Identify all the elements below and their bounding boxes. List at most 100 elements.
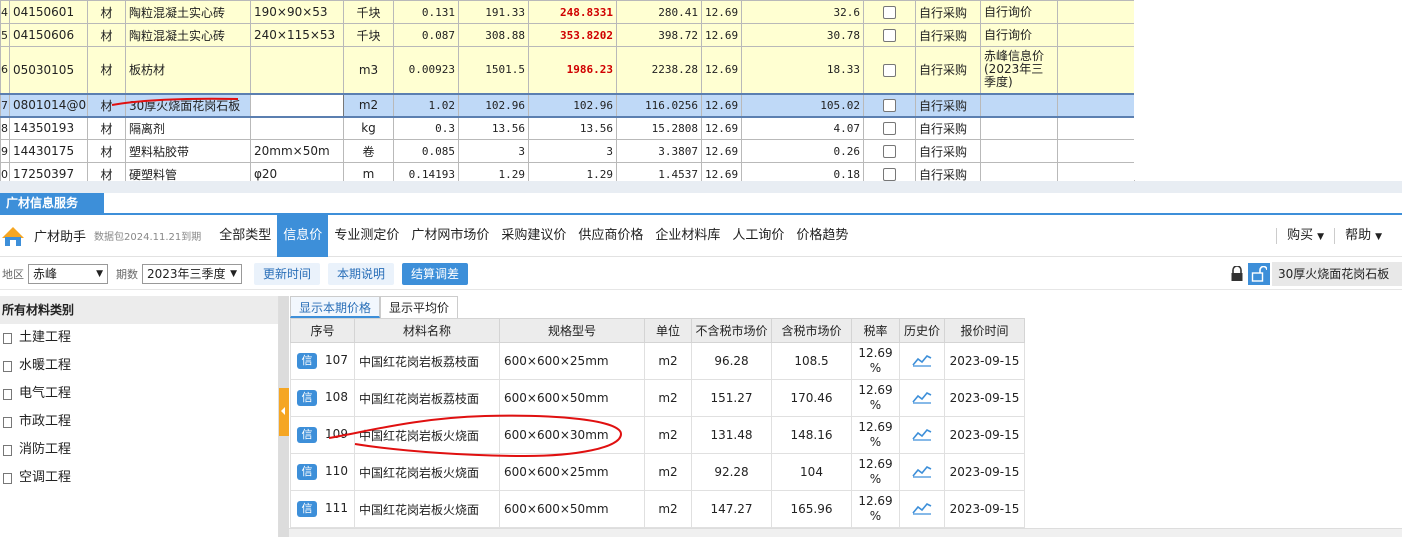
- trend-chart-icon[interactable]: [912, 390, 932, 404]
- price-note[interactable]: 自行询价: [980, 23, 1058, 47]
- price-market[interactable]: 13.56: [528, 116, 617, 140]
- lock-icon[interactable]: [1226, 263, 1248, 285]
- table-row[interactable]: 信 111 中国红花岗岩板火烧面 600×600×50mm m2 147.27 165.96…: [290, 490, 1025, 528]
- tab-8[interactable]: 价格趋势: [790, 215, 854, 257]
- info-badge[interactable]: 信: [297, 501, 318, 517]
- supply-source[interactable]: 自行采购: [915, 92, 981, 118]
- help-menu[interactable]: 帮助 ▼: [1334, 228, 1392, 244]
- panel-tab-guangcai[interactable]: 广材信息服务: [0, 193, 104, 213]
- price-note[interactable]: [980, 116, 1058, 140]
- row-index[interactable]: 4: [0, 0, 10, 24]
- material-code[interactable]: 14350193: [9, 116, 88, 140]
- row-index[interactable]: 7: [0, 92, 10, 118]
- material-name[interactable]: 隔离剂: [125, 116, 251, 140]
- material-name[interactable]: 板枋材: [125, 46, 251, 94]
- material-unit[interactable]: m2: [343, 92, 394, 118]
- tab-5[interactable]: 供应商价格: [572, 215, 649, 257]
- quantity[interactable]: 0.3: [393, 116, 459, 140]
- column-header[interactable]: 规格型号: [499, 318, 645, 343]
- tree-item[interactable]: 土建工程: [0, 324, 278, 352]
- material-spec[interactable]: [250, 92, 344, 118]
- material-type[interactable]: 材: [87, 46, 126, 94]
- tax-rate[interactable]: 12.69: [701, 46, 742, 94]
- material-type[interactable]: 材: [87, 23, 126, 47]
- supply-source[interactable]: 自行采购: [915, 0, 981, 24]
- price-tax-inclusive[interactable]: 3.3807: [616, 139, 702, 163]
- tab-1[interactable]: 信息价: [277, 214, 329, 257]
- table-row[interactable]: 信 107 中国红花岗岩板荔枝面 600×600×25mm m2 96.28 108.5 12…: [290, 342, 1025, 380]
- info-badge[interactable]: 信: [297, 390, 318, 406]
- empty-cell[interactable]: [1057, 46, 1135, 94]
- quantity[interactable]: 0.087: [393, 23, 459, 47]
- price-tax-inclusive[interactable]: 398.72: [616, 23, 702, 47]
- empty-cell[interactable]: [1057, 116, 1135, 140]
- checkbox[interactable]: [883, 63, 896, 77]
- row-index[interactable]: 9: [0, 139, 10, 163]
- material-spec[interactable]: [250, 116, 344, 140]
- tab-2[interactable]: 专业测定价: [328, 215, 405, 257]
- material-unit[interactable]: 千块: [343, 23, 394, 47]
- material-code[interactable]: 04150606: [9, 23, 88, 47]
- price-market[interactable]: 1986.23: [528, 46, 617, 94]
- collapse-handle[interactable]: [279, 388, 289, 436]
- grid-row[interactable]: 8 14350193 材隔离剂 kg 0.3 13.56 13.56 15.2808 12.69…: [0, 116, 1135, 140]
- amount[interactable]: 32.6: [741, 0, 864, 24]
- price-tax-inclusive[interactable]: 15.2808: [616, 116, 702, 140]
- period-explain-button[interactable]: 本期说明: [328, 262, 395, 285]
- material-type[interactable]: 材: [87, 139, 126, 163]
- price-market[interactable]: 102.96: [528, 92, 617, 118]
- price-base[interactable]: 308.88: [458, 23, 529, 47]
- tab-3[interactable]: 广材网市场价: [405, 215, 495, 257]
- material-code[interactable]: 0801014@01: [9, 92, 88, 118]
- row-index[interactable]: 8: [0, 116, 10, 140]
- info-badge[interactable]: 信: [297, 427, 318, 443]
- amount[interactable]: 30.78: [741, 23, 864, 47]
- material-unit[interactable]: 卷: [343, 139, 394, 163]
- material-name[interactable]: 陶粒混凝土实心砖: [125, 23, 251, 47]
- tree-item[interactable]: 市政工程: [0, 408, 278, 436]
- quantity[interactable]: 0.00923: [393, 46, 459, 94]
- column-header[interactable]: 材料名称: [354, 318, 500, 343]
- quantity[interactable]: 0.131: [393, 0, 459, 24]
- material-spec[interactable]: [250, 46, 344, 94]
- tax-rate[interactable]: 12.69: [701, 116, 742, 140]
- material-type[interactable]: 材: [87, 116, 126, 140]
- tab-6[interactable]: 企业材料库: [649, 215, 726, 257]
- quantity[interactable]: 1.02: [393, 92, 459, 118]
- amount[interactable]: 105.02: [741, 92, 864, 118]
- material-unit[interactable]: m3: [343, 46, 394, 94]
- tab-current-price[interactable]: 显示本期价格: [290, 296, 381, 318]
- material-type[interactable]: 材: [87, 0, 126, 24]
- checkbox[interactable]: [883, 6, 896, 19]
- supply-source[interactable]: 自行采购: [915, 46, 981, 94]
- trend-chart-icon[interactable]: [912, 353, 932, 367]
- material-name[interactable]: 陶粒混凝土实心砖: [125, 0, 251, 24]
- table-row[interactable]: 信 108 中国红花岗岩板荔枝面 600×600×50mm m2 151.27 170.46…: [290, 379, 1025, 417]
- grid-row[interactable]: 6 05030105 材板枋材 m3 0.00923 1501.5 1986.23 2238.…: [0, 46, 1135, 94]
- amount[interactable]: 18.33: [741, 46, 864, 94]
- material-unit[interactable]: kg: [343, 116, 394, 140]
- price-tax-inclusive[interactable]: 280.41: [616, 0, 702, 24]
- tab-average-price[interactable]: 显示平均价: [380, 296, 459, 318]
- price-base[interactable]: 1501.5: [458, 46, 529, 94]
- material-name[interactable]: 塑料粘胶带: [125, 139, 251, 163]
- supply-source[interactable]: 自行采购: [915, 23, 981, 47]
- info-badge[interactable]: 信: [297, 464, 318, 480]
- grid-row[interactable]: 5 04150606 材陶粒混凝土实心砖 240×115×53 千块 0.087 308.8…: [0, 23, 1135, 47]
- amount[interactable]: 4.07: [741, 116, 864, 140]
- row-index[interactable]: 5: [0, 23, 10, 47]
- supply-source[interactable]: 自行采购: [915, 139, 981, 163]
- column-header[interactable]: 报价时间: [944, 318, 1025, 343]
- trend-chart-icon[interactable]: [912, 464, 932, 478]
- column-header[interactable]: 含税市场价: [771, 318, 852, 343]
- material-code[interactable]: 14430175: [9, 139, 88, 163]
- trend-chart-icon[interactable]: [912, 427, 932, 441]
- info-badge[interactable]: 信: [297, 353, 318, 369]
- tab-7[interactable]: 人工询价: [726, 215, 790, 257]
- update-time-button[interactable]: 更新时间: [254, 262, 321, 285]
- tree-item[interactable]: 电气工程: [0, 380, 278, 408]
- tax-rate[interactable]: 12.69: [701, 92, 742, 118]
- column-header[interactable]: 单位: [644, 318, 692, 343]
- amount[interactable]: 0.26: [741, 139, 864, 163]
- column-header[interactable]: 历史价: [899, 318, 945, 343]
